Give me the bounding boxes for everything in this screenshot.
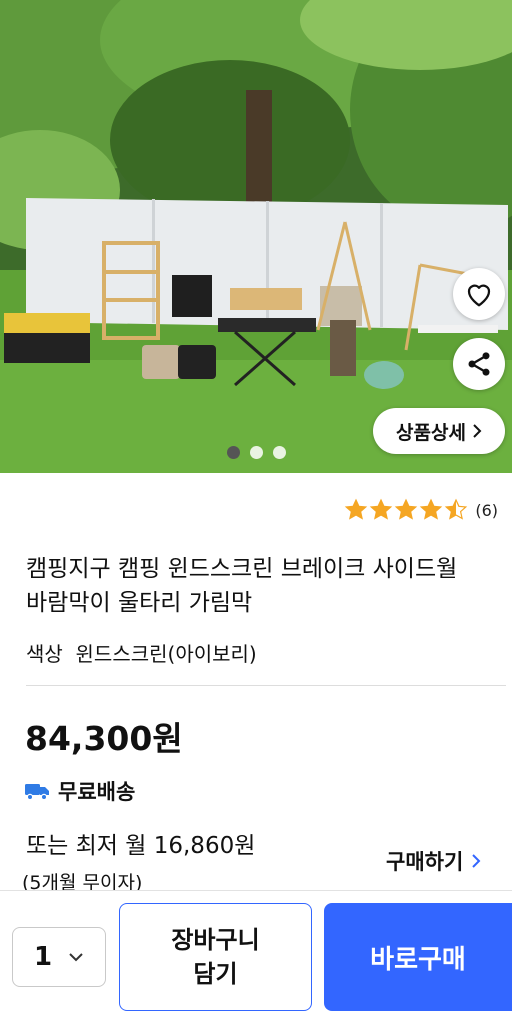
truck-icon <box>25 784 49 801</box>
installment-buy-link[interactable]: 구매하기 <box>386 846 481 876</box>
star-icon <box>345 498 368 520</box>
chevron-right-icon <box>472 854 481 868</box>
option-value: 윈드스크린(아이보리) <box>75 642 257 666</box>
option-label: 색상 <box>26 642 63 666</box>
share-icon <box>468 352 490 376</box>
shipping-info: 무료배송 <box>24 776 135 806</box>
star-icon <box>445 498 468 520</box>
carousel-dot[interactable] <box>272 446 286 459</box>
divider <box>26 685 506 686</box>
star-icon <box>395 498 418 520</box>
selected-option[interactable]: 색상 윈드스크린(아이보리) <box>26 638 257 667</box>
star-icon <box>370 498 393 520</box>
buy-link-label: 구매하기 <box>386 850 464 874</box>
quantity-select[interactable]: 1 <box>12 927 106 987</box>
star-icon <box>420 498 443 520</box>
bottom-purchase-bar: 1 장바구니 담기 바로구매 <box>0 890 512 1025</box>
buy-now-button[interactable]: 바로구매 <box>324 903 512 1011</box>
rating-stars <box>344 498 468 522</box>
heart-icon <box>467 284 491 307</box>
price: 84,300원 <box>25 719 183 758</box>
rating[interactable]: (6) <box>344 498 498 522</box>
add-to-cart-button[interactable]: 장바구니 담기 <box>119 903 312 1011</box>
carousel-dot[interactable] <box>249 446 263 459</box>
carousel-indicator[interactable] <box>0 446 512 459</box>
favorite-button[interactable] <box>453 268 505 320</box>
chevron-down-icon <box>69 953 83 962</box>
product-photo <box>0 0 512 473</box>
carousel-dot[interactable] <box>226 446 240 459</box>
installment-price: 또는 최저 월 16,860원 <box>26 833 256 859</box>
product-detail-label: 상품상세 <box>396 421 466 444</box>
chevron-right-icon <box>473 424 482 438</box>
shipping-label: 무료배송 <box>58 780 136 804</box>
product-image[interactable]: 상품상세 <box>0 0 512 473</box>
product-title: 캠핑지구 캠핑 윈드스크린 브레이크 사이드월 바람막이 울타리 가림막 <box>26 556 458 616</box>
share-button[interactable] <box>453 338 505 390</box>
quantity-value: 1 <box>33 942 53 972</box>
review-count[interactable]: (6) <box>475 501 498 520</box>
